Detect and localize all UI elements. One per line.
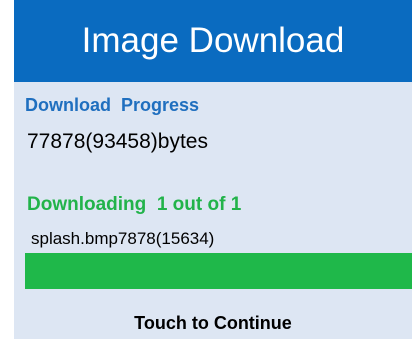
touch-to-continue-prompt[interactable]: Touch to Continue: [14, 313, 412, 334]
file-progress-text: splash.bmp7878(15634): [31, 229, 215, 248]
progress-bar-fill: [25, 253, 412, 289]
header-bar: Image Download: [14, 0, 412, 82]
downloading-count-label: Downloading 1 out of 1: [27, 194, 242, 215]
download-panel: Download Progress 77878(93458)bytes Down…: [14, 82, 412, 339]
page-title: Image Download: [81, 21, 345, 60]
download-screen[interactable]: Image Download Download Progress 77878(9…: [0, 0, 412, 339]
progress-bar: [25, 253, 412, 289]
total-bytes-text: 77878(93458)bytes: [27, 130, 208, 153]
download-progress-label: Download Progress: [25, 95, 200, 115]
